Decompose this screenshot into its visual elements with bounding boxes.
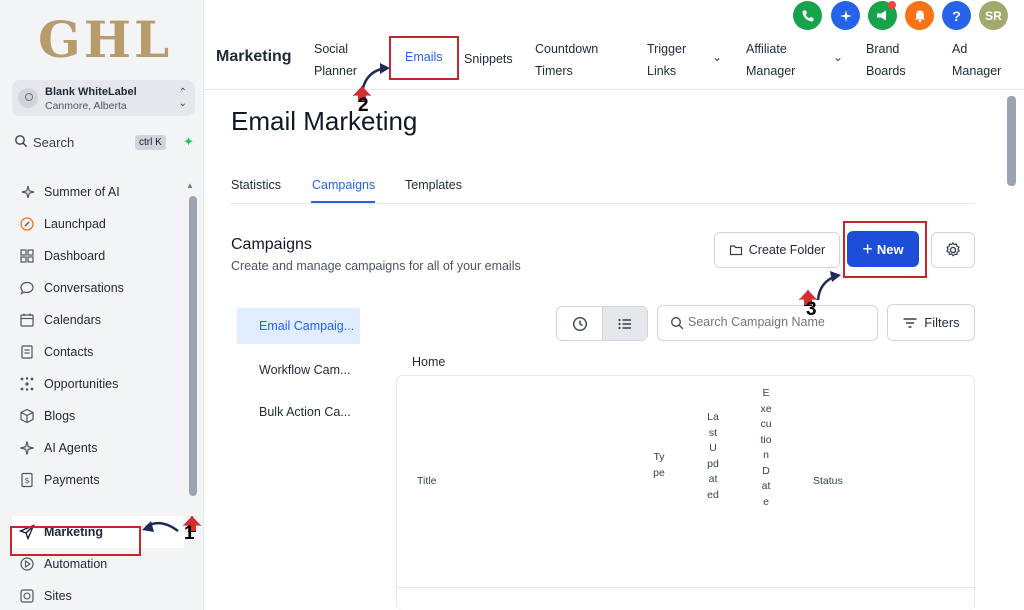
app: GHL Blank WhiteLabel Canmore, Alberta ⌃ ⌄… bbox=[0, 0, 1024, 610]
arrow-1-head bbox=[142, 521, 154, 532]
arrow-3-head bbox=[830, 271, 841, 282]
step-number-2: 2 bbox=[358, 95, 369, 116]
arrow-2-head bbox=[380, 63, 390, 74]
step-number-3: 3 bbox=[806, 299, 817, 320]
step-number-1: 1 bbox=[184, 523, 195, 544]
annotation-arrows bbox=[142, 63, 841, 533]
